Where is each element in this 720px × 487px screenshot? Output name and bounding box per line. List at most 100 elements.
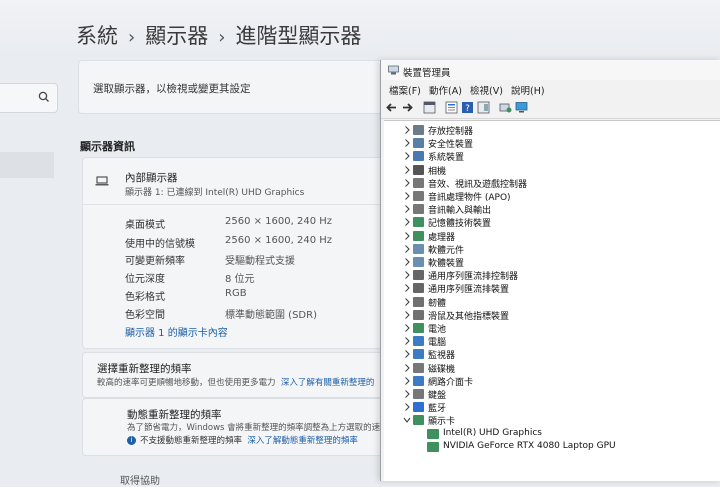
device-category-label: 韌體 xyxy=(428,298,447,309)
view-details-icon[interactable] xyxy=(477,101,490,114)
device-category[interactable]: 系統裝置 xyxy=(384,150,714,163)
device-category-label: 鍵盤 xyxy=(428,391,447,401)
menu-help[interactable]: 說明(H) xyxy=(511,83,545,97)
device-category[interactable]: 電腦 xyxy=(384,335,714,348)
chevron-right-icon[interactable] xyxy=(403,349,411,359)
chevron-right-icon[interactable] xyxy=(403,389,411,399)
dynamic-refresh-learn-more-link[interactable]: 深入了解動態重新整理的頻率 xyxy=(247,436,358,446)
device-manager-menubar: 檔案(F) 動作(A) 檢視(V) 說明(H) xyxy=(381,80,720,98)
audio-icon xyxy=(413,177,424,188)
adapter-properties-link[interactable]: 顯示器 1 的顯示卡內容 xyxy=(125,324,228,339)
device-category-label: 網路介面卡 xyxy=(428,377,474,388)
bluetooth-icon xyxy=(413,402,424,413)
device-category[interactable]: 音訊處理物件 (APO) xyxy=(384,190,714,203)
chevron-right-icon[interactable] xyxy=(403,270,411,280)
select-display-label: 選取顯示器，以檢視或變更其設定 xyxy=(93,83,251,95)
chevron-right-icon[interactable] xyxy=(403,231,411,241)
device-category[interactable]: 顯示卡 xyxy=(384,414,714,427)
device-category[interactable]: 存放控制器 xyxy=(384,124,714,137)
device-category[interactable]: 音效、視訊及遊戲控制器 xyxy=(384,177,714,190)
keyboard-icon xyxy=(413,389,424,399)
back-arrow-icon[interactable] xyxy=(385,101,398,114)
device-category[interactable]: 韌體 xyxy=(384,296,714,309)
firmware-icon xyxy=(413,296,424,307)
chevron-right-icon[interactable] xyxy=(403,363,411,373)
display-adapter-icon xyxy=(427,428,439,439)
device-category[interactable]: 安全性裝置 xyxy=(384,137,714,150)
chevron-right-icon[interactable] xyxy=(403,151,411,161)
device-category-label: 音效、視訊及遊戲控制器 xyxy=(428,179,528,190)
device-category[interactable]: 藍牙 xyxy=(384,401,714,414)
search-input[interactable] xyxy=(0,83,58,113)
svg-text:?: ? xyxy=(465,104,470,114)
chevron-right-icon[interactable] xyxy=(403,297,411,307)
chevron-right-icon[interactable] xyxy=(403,217,411,227)
device-category[interactable]: 軟體元件 xyxy=(384,243,714,256)
get-help-link[interactable]: 取得協助 xyxy=(120,472,160,487)
security-icon xyxy=(413,138,424,149)
show-hide-tree-icon[interactable] xyxy=(423,101,436,114)
device-category-label: 處理器 xyxy=(428,232,456,243)
device-category[interactable]: 通用序列匯流排裝置 xyxy=(384,282,714,295)
chevron-right-icon[interactable] xyxy=(403,125,411,135)
device-category[interactable]: 處理器 xyxy=(384,230,714,243)
usb-icon xyxy=(413,283,424,294)
device-category-label: 軟體裝置 xyxy=(428,259,465,269)
chevron-right-icon[interactable] xyxy=(403,257,411,267)
device-category[interactable]: 鍵盤 xyxy=(384,388,714,401)
device-category-label: 安全性裝置 xyxy=(428,140,474,151)
info-row-bit-depth: 位元深度 8 位元 xyxy=(125,274,255,285)
audio-icon xyxy=(413,191,424,201)
device-category[interactable]: 電池 xyxy=(384,322,714,335)
device-item[interactable]: Intel(R) UHD Graphics xyxy=(384,428,714,441)
device-tree: 存放控制器安全性裝置 系統裝置 相機音效、視訊及遊戲控制器 音訊處理物件 (APO) 音… xyxy=(384,120,720,481)
chevron-right-icon[interactable] xyxy=(403,336,411,346)
system-icon xyxy=(413,151,424,162)
breadcrumb-system[interactable]: 系統 xyxy=(76,24,118,48)
scan-hardware-icon[interactable] xyxy=(499,101,512,114)
device-item[interactable]: NVIDIA GeForce RTX 4080 Laptop GPU xyxy=(384,441,714,454)
chevron-right-icon[interactable] xyxy=(403,204,411,214)
chevron-right-icon[interactable] xyxy=(403,191,411,201)
help-icon[interactable]: ? xyxy=(461,101,474,114)
search-icon xyxy=(38,91,49,102)
camera-icon xyxy=(413,164,424,175)
chevron-right-icon[interactable] xyxy=(403,165,411,175)
disk-icon xyxy=(413,362,424,373)
chevron-right-icon[interactable] xyxy=(403,376,411,386)
usb-icon xyxy=(413,270,424,281)
chevron-right-icon[interactable] xyxy=(403,178,411,188)
device-category[interactable]: 網路介面卡 xyxy=(384,375,714,388)
chevron-right-icon[interactable] xyxy=(403,138,411,148)
device-category[interactable]: 磁碟機 xyxy=(384,362,714,375)
menu-action[interactable]: 動作(A) xyxy=(429,83,462,97)
device-category[interactable]: 記憶體技術裝置 xyxy=(384,216,714,229)
laptop-icon xyxy=(95,176,109,186)
menu-file[interactable]: 檔案(F) xyxy=(389,83,421,97)
refresh-rate-card[interactable]: 選擇重新整理的頻率 較高的速率可更順暢地移動，但也使用更多電力 深入了解有關重新… xyxy=(82,352,404,398)
device-category[interactable]: 相機 xyxy=(384,164,714,177)
device-category[interactable]: 音訊輸入與輸出 xyxy=(384,203,714,216)
device-category[interactable]: 監視器 xyxy=(384,348,714,361)
device-category-label: 軟體元件 xyxy=(428,245,465,256)
refresh-rate-title: 選擇重新整理的頻率 xyxy=(97,363,192,375)
device-manager-titlebar[interactable]: 裝置管理員 xyxy=(381,60,720,80)
chevron-right-icon[interactable] xyxy=(403,402,411,412)
select-display-card[interactable]: 選取顯示器，以檢視或變更其設定 xyxy=(78,60,400,114)
monitor-icon[interactable] xyxy=(515,101,528,114)
device-category[interactable]: 通用序列匯流排控制器 xyxy=(384,269,714,282)
nav-selected-item[interactable] xyxy=(0,152,54,178)
menu-view[interactable]: 檢視(V) xyxy=(470,83,503,97)
chevron-right-icon[interactable] xyxy=(403,310,411,320)
device-category[interactable]: 滑鼠及其他指標裝置 xyxy=(384,309,714,322)
refresh-rate-learn-more-link[interactable]: 深入了解有關重新整理的 xyxy=(281,378,375,388)
device-category[interactable]: 軟體裝置 xyxy=(384,256,714,269)
network-icon xyxy=(413,375,424,386)
chevron-right-icon[interactable] xyxy=(403,283,411,293)
breadcrumb-display[interactable]: 顯示器 xyxy=(145,24,208,48)
forward-arrow-icon[interactable] xyxy=(401,101,414,114)
chevron-right-icon[interactable] xyxy=(403,323,411,333)
chevron-down-icon[interactable] xyxy=(403,415,411,425)
properties-icon[interactable] xyxy=(445,101,458,114)
chevron-right-icon[interactable] xyxy=(403,244,411,254)
